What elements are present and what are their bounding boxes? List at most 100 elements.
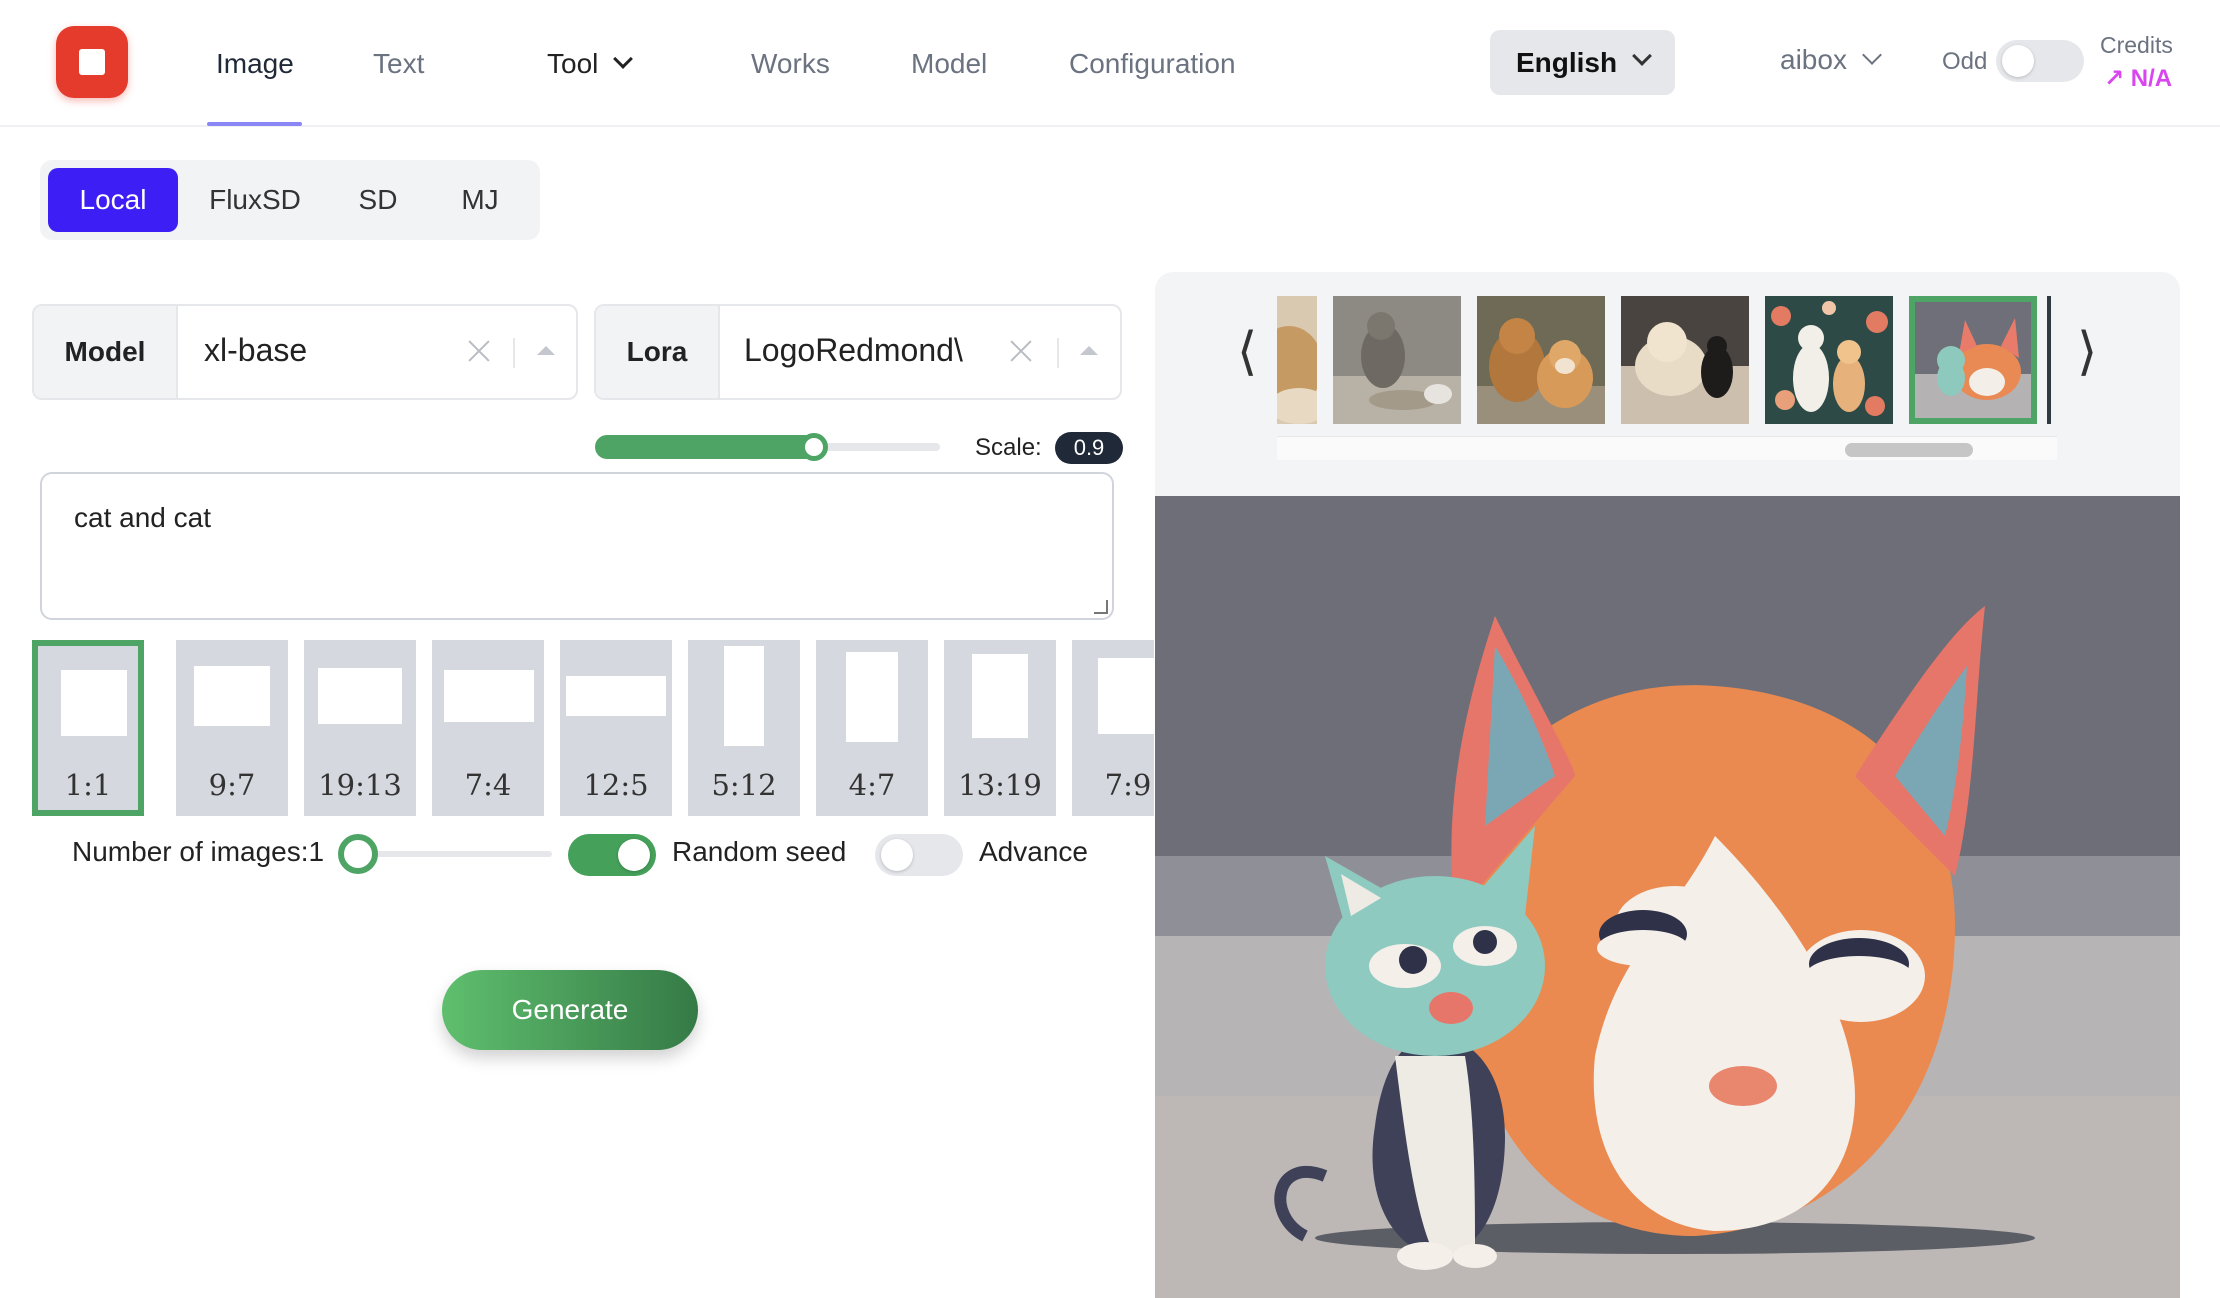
nav-text[interactable]: Text: [373, 44, 424, 84]
ratio-preview-shape: [724, 646, 764, 746]
chevron-up-icon[interactable]: [1080, 346, 1098, 355]
lora-value: LogoRedmond\: [744, 332, 963, 368]
thumbnail-cats-floral-pattern[interactable]: [1765, 296, 1893, 424]
credits-label: Credits: [2100, 32, 2173, 58]
thumbnail-dog-and-black-cat[interactable]: [1621, 296, 1749, 424]
resize-handle-icon[interactable]: [1094, 600, 1108, 614]
ratio-preview-shape: [1098, 658, 1154, 734]
provider-tab-sd[interactable]: SD: [328, 168, 428, 232]
chevron-down-icon: [1632, 45, 1652, 66]
thumbnail-edge: [2047, 296, 2051, 424]
ratio-label: 7:9: [1104, 768, 1152, 802]
ratio-option-7-4[interactable]: 7:4: [432, 640, 544, 816]
ratio-option-1-1[interactable]: 1:1: [32, 640, 144, 816]
gallery-scrollbar-thumb[interactable]: [1845, 443, 1973, 457]
thumbnail-strip: [1277, 296, 2057, 424]
ratio-label: 13:19: [958, 768, 1042, 802]
thumbnail-dog-partial[interactable]: [1277, 296, 1317, 424]
ratio-label: 5:12: [711, 768, 777, 802]
ratio-option-13-19[interactable]: 13:19: [944, 640, 1056, 816]
nav-tool[interactable]: Tool: [547, 44, 634, 84]
provider-tabs: Local FluxSD SD MJ: [40, 160, 540, 240]
ratio-option-19-13[interactable]: 19:13: [304, 640, 416, 816]
odd-toggle[interactable]: [1996, 40, 2084, 82]
lora-label: Lora: [596, 306, 720, 398]
nav-works[interactable]: Works: [751, 44, 830, 84]
generate-button[interactable]: Generate: [442, 970, 698, 1050]
ratio-preview-shape: [566, 676, 666, 716]
generated-image-preview[interactable]: [1155, 496, 2180, 1298]
scale-value-badge: 0.9: [1055, 432, 1123, 464]
ratio-preview-shape: [444, 670, 534, 722]
num-images-slider[interactable]: [360, 851, 552, 857]
chevron-down-icon: [1862, 45, 1882, 65]
gallery-prev-icon[interactable]: ⟨: [1237, 326, 1261, 378]
clear-icon[interactable]: [1010, 340, 1032, 362]
top-bar: Image Text Tool Works Model Configuratio…: [0, 0, 2220, 127]
num-images-label: Number of images:1: [72, 836, 325, 867]
lora-select[interactable]: Lora LogoRedmond\: [594, 304, 1122, 400]
advance-label: Advance: [979, 836, 1088, 867]
ratio-label: 7:4: [464, 768, 512, 802]
language-select[interactable]: English: [1490, 30, 1675, 95]
gallery-scrollbar[interactable]: [1277, 436, 2057, 460]
scale-label: Scale:: [975, 434, 1042, 461]
random-seed-label: Random seed: [672, 836, 847, 867]
ratio-preview-shape: [194, 666, 270, 726]
ratio-preview-shape: [61, 670, 127, 736]
aspect-ratio-list: 1:1 9:7 19:13 7:4 12:5 5:12 4:7 13:19 7:…: [32, 640, 1154, 818]
nav-configuration[interactable]: Configuration: [1069, 44, 1236, 84]
ratio-label: 12:5: [583, 768, 649, 802]
ratio-label: 19:13: [318, 768, 402, 802]
chevron-down-icon: [613, 49, 634, 69]
ratio-label: 1:1: [64, 768, 112, 802]
language-label: English: [1515, 46, 1618, 78]
thumbnail-cartoon-cats-selected[interactable]: [1909, 296, 2037, 424]
user-name: aibox: [1780, 44, 1847, 75]
app-logo[interactable]: [56, 26, 128, 98]
scale-slider[interactable]: [595, 433, 940, 461]
provider-tab-fluxsd[interactable]: FluxSD: [190, 168, 320, 232]
advance-toggle[interactable]: [875, 834, 963, 876]
divider: [513, 338, 515, 368]
provider-tab-mj[interactable]: MJ: [430, 168, 530, 232]
history-gallery: ⟨ ⟩: [1155, 272, 2180, 496]
scale-slider-handle[interactable]: [800, 433, 828, 461]
user-menu[interactable]: aibox: [1780, 44, 1882, 76]
model-select[interactable]: Model xl-base: [32, 304, 578, 400]
nav-tool-label: Tool: [547, 48, 599, 79]
thumbnail-cats-on-floor[interactable]: [1333, 296, 1461, 424]
ratio-option-4-7[interactable]: 4:7: [816, 640, 928, 816]
clear-icon[interactable]: [468, 340, 490, 362]
ratio-label: 9:7: [208, 768, 256, 802]
prompt-text: cat and cat: [74, 502, 211, 533]
num-images-slider-handle[interactable]: [338, 834, 378, 874]
model-value: xl-base: [204, 332, 308, 368]
nav-image[interactable]: Image: [216, 44, 294, 84]
ratio-option-5-12[interactable]: 5:12: [688, 640, 800, 816]
ratio-preview-shape: [972, 654, 1028, 738]
nav-model[interactable]: Model: [911, 44, 987, 84]
odd-label: Odd: [1942, 48, 1988, 75]
divider: [1057, 338, 1059, 368]
ratio-label: 4:7: [848, 768, 896, 802]
provider-tab-local[interactable]: Local: [48, 168, 178, 232]
ratio-preview-shape: [846, 652, 898, 742]
ratio-option-12-5[interactable]: 12:5: [560, 640, 672, 816]
ratio-option-9-7[interactable]: 9:7: [176, 640, 288, 816]
ratio-preview-shape: [318, 668, 402, 724]
nav-active-underline: [207, 122, 302, 126]
ratio-option-7-9[interactable]: 7:9: [1072, 640, 1154, 816]
gallery-next-icon[interactable]: ⟩: [2077, 326, 2101, 378]
toggle-knob: [881, 839, 913, 871]
cartoon-cats-illustration: [1155, 496, 2180, 1298]
toggle-knob: [2002, 45, 2034, 77]
random-seed-toggle[interactable]: [568, 834, 656, 876]
thumbnail-dog-and-cat[interactable]: [1477, 296, 1605, 424]
credits-value[interactable]: ↗ N/A: [2104, 64, 2172, 93]
chevron-up-icon[interactable]: [537, 346, 555, 355]
scale-slider-fill: [595, 435, 820, 459]
model-label: Model: [34, 306, 178, 398]
prompt-textarea[interactable]: cat and cat: [40, 472, 1114, 620]
toggle-knob: [618, 839, 650, 871]
